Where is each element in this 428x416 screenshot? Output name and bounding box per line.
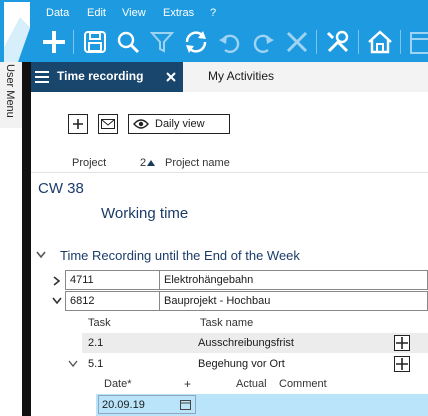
column-comment[interactable]: Comment [279,378,327,390]
task-row[interactable]: 2.1 Ausschreibungsfrist [82,333,428,353]
tab-my-activities[interactable]: My Activities [183,62,323,92]
redo-icon [250,28,278,56]
plus-icon [396,358,408,370]
plus-icon [73,119,83,129]
refresh-icon[interactable] [182,28,210,56]
app-logo [0,0,38,62]
column-project-name[interactable]: Project name [165,157,230,169]
group-title: Time Recording until the End of the Week [60,248,300,263]
side-bar-divider [22,62,31,416]
search-icon[interactable] [114,28,142,56]
date-value: 20.09.19 [102,399,145,411]
add-entry-button[interactable]: + [184,377,191,391]
project-name[interactable]: Bauprojekt - Hochbau [159,291,428,311]
daily-view-button[interactable]: Daily view [128,114,230,134]
toolbar-separator [400,30,401,54]
toolbar-separator [73,30,74,54]
project-name[interactable]: Elektrohängebahn [159,270,428,290]
tab-label: Time recording [57,69,144,83]
plus-icon [396,337,408,349]
collapse-chevron-icon[interactable] [52,297,62,305]
task-number: 2.1 [88,337,104,349]
tools-icon[interactable] [324,28,352,56]
sort-order: 2 [140,157,147,169]
calendar-icon[interactable] [406,28,428,56]
filter-icon [148,28,176,56]
column-project[interactable]: Project [72,157,106,169]
tab-label: My Activities [208,69,275,83]
section-title: Working time [101,205,189,222]
toolbar-separator [316,30,317,54]
date-field[interactable]: 20.09.19 [98,395,196,414]
undo-icon [215,28,243,56]
user-menu-label: User Menu [4,64,16,118]
column-task-name[interactable]: Task name [200,317,253,329]
task-name: Ausschreibungsfrist [198,337,294,349]
eye-icon [133,119,149,129]
tab-time-recording[interactable]: Time recording [31,62,183,92]
project-number[interactable]: 4711 [65,270,160,290]
add-task-entry-button[interactable] [394,335,410,351]
email-button[interactable] [98,114,118,134]
home-icon[interactable] [366,28,394,56]
sort-ascending-icon[interactable] [147,160,155,166]
expand-chevron-icon[interactable] [53,276,61,286]
add-task-entry-button[interactable] [394,356,410,372]
header-divider [31,172,428,173]
menu-data[interactable]: Data [46,7,69,19]
hamburger-icon[interactable] [35,71,49,83]
column-task[interactable]: Task [88,317,111,329]
task-number: 5.1 [88,358,104,370]
toolbar-separator [358,30,359,54]
menu-extras[interactable]: Extras [163,7,194,19]
tab-close-icon[interactable] [166,72,176,82]
task-name: Begehung vor Ort [198,358,285,370]
mail-icon [101,119,115,129]
collapse-chevron-icon[interactable] [36,251,46,259]
menu-edit[interactable]: Edit [87,7,106,19]
daily-view-label: Daily view [155,118,205,130]
project-number[interactable]: 6812 [65,291,160,311]
week-label: CW 38 [38,180,84,197]
add-button[interactable] [68,114,88,134]
new-icon[interactable] [40,28,68,56]
collapse-chevron-icon[interactable] [68,360,78,368]
calendar-picker-icon[interactable] [180,399,191,410]
menu-view[interactable]: View [122,7,146,19]
column-date[interactable]: Date* [104,378,132,390]
close-icon [283,28,311,56]
column-actual[interactable]: Actual [236,378,267,390]
save-icon[interactable] [81,28,109,56]
menu-help[interactable]: ? [210,7,216,19]
